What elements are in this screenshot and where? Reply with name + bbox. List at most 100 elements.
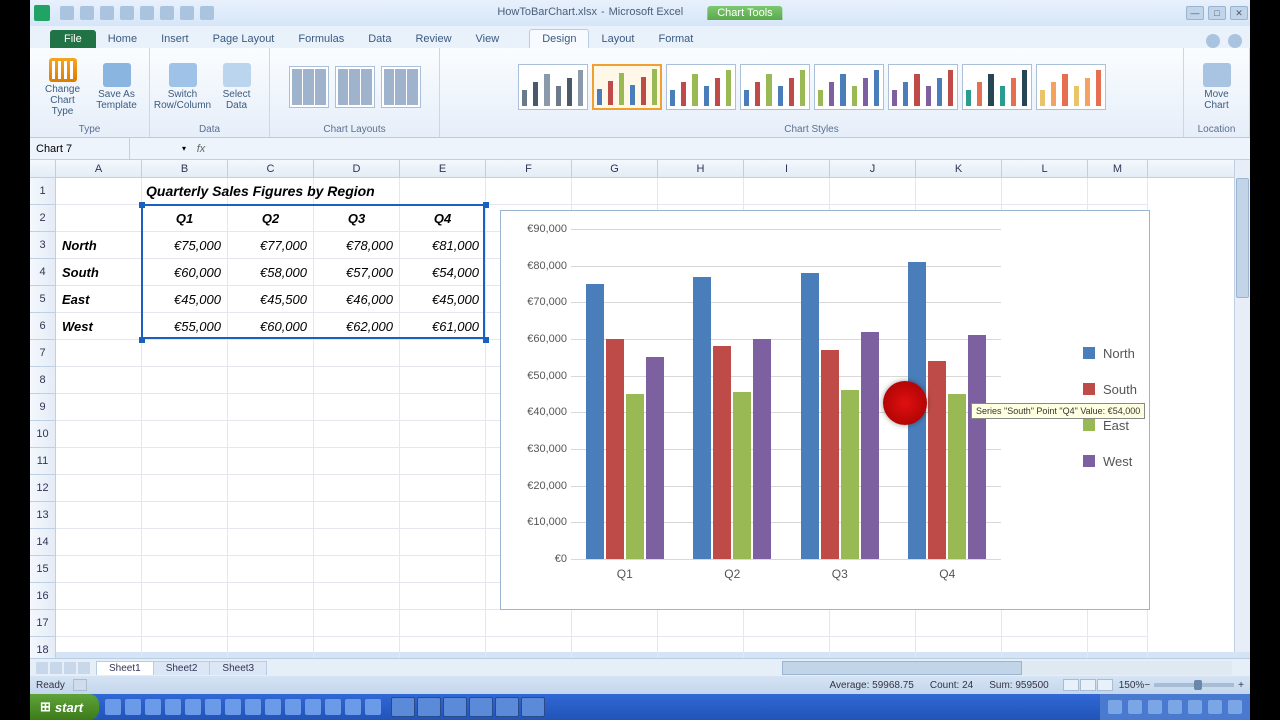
cell[interactable] bbox=[1002, 610, 1088, 637]
tab-layout[interactable]: Layout bbox=[589, 30, 646, 48]
view-page-break-icon[interactable] bbox=[1097, 679, 1113, 691]
cell[interactable]: €77,000 bbox=[228, 232, 314, 259]
quicklaunch-icon[interactable] bbox=[205, 699, 221, 715]
row-header[interactable]: 2 bbox=[30, 205, 55, 232]
tray-icon[interactable] bbox=[1148, 700, 1162, 714]
row-header[interactable]: 5 bbox=[30, 286, 55, 313]
cell[interactable] bbox=[830, 178, 916, 205]
bar[interactable] bbox=[821, 350, 839, 559]
cell[interactable]: €60,000 bbox=[228, 313, 314, 340]
chart-style-thumb[interactable] bbox=[518, 64, 588, 110]
taskbar-app[interactable] bbox=[443, 697, 467, 717]
quicklaunch-icon[interactable] bbox=[225, 699, 241, 715]
tab-format[interactable]: Format bbox=[646, 30, 705, 48]
horizontal-scrollbar[interactable] bbox=[782, 661, 1232, 675]
cell[interactable] bbox=[916, 610, 1002, 637]
cell[interactable] bbox=[314, 556, 400, 583]
cell[interactable] bbox=[56, 448, 142, 475]
bar[interactable] bbox=[586, 284, 604, 559]
cell[interactable] bbox=[228, 475, 314, 502]
cell[interactable] bbox=[658, 610, 744, 637]
cell[interactable]: €62,000 bbox=[314, 313, 400, 340]
cell[interactable] bbox=[228, 394, 314, 421]
cell[interactable] bbox=[1088, 610, 1148, 637]
cell[interactable] bbox=[56, 340, 142, 367]
qat-more-icon[interactable] bbox=[200, 6, 214, 20]
cell[interactable] bbox=[486, 610, 572, 637]
cell[interactable]: Q3 bbox=[314, 205, 400, 232]
bar[interactable] bbox=[626, 394, 644, 559]
column-header[interactable]: H bbox=[658, 160, 744, 177]
cell[interactable] bbox=[314, 367, 400, 394]
cell[interactable] bbox=[228, 610, 314, 637]
taskbar-app[interactable] bbox=[391, 697, 415, 717]
tray-icon[interactable] bbox=[1188, 700, 1202, 714]
select-all-corner[interactable] bbox=[30, 160, 56, 177]
bar[interactable] bbox=[801, 273, 819, 559]
column-header[interactable]: M bbox=[1088, 160, 1148, 177]
cell[interactable] bbox=[658, 178, 744, 205]
sheet-nav-prev-icon[interactable] bbox=[50, 662, 62, 674]
column-header[interactable]: D bbox=[314, 160, 400, 177]
quicklaunch-icon[interactable] bbox=[185, 699, 201, 715]
tab-home[interactable]: Home bbox=[96, 30, 149, 48]
chart-style-thumb[interactable] bbox=[592, 64, 662, 110]
move-chart-button[interactable]: Move Chart bbox=[1193, 63, 1241, 111]
name-box[interactable]: Chart 7 bbox=[30, 138, 130, 159]
cell[interactable] bbox=[1002, 178, 1088, 205]
chart-style-thumb[interactable] bbox=[814, 64, 884, 110]
cell[interactable] bbox=[400, 502, 486, 529]
column-header[interactable]: J bbox=[830, 160, 916, 177]
macro-record-icon[interactable] bbox=[73, 679, 87, 691]
cell[interactable] bbox=[142, 502, 228, 529]
cell[interactable] bbox=[142, 475, 228, 502]
cell[interactable] bbox=[228, 340, 314, 367]
cell[interactable] bbox=[916, 178, 1002, 205]
row-header[interactable]: 4 bbox=[30, 259, 55, 286]
row-header[interactable]: 10 bbox=[30, 421, 55, 448]
selection-handle[interactable] bbox=[483, 202, 489, 208]
chart-styles-gallery[interactable] bbox=[518, 52, 1106, 122]
column-header[interactable]: C bbox=[228, 160, 314, 177]
zoom-level[interactable]: 150% bbox=[1119, 680, 1145, 691]
row-header[interactable]: 6 bbox=[30, 313, 55, 340]
quicklaunch-icon[interactable] bbox=[365, 699, 381, 715]
cell[interactable] bbox=[400, 475, 486, 502]
column-header[interactable]: F bbox=[486, 160, 572, 177]
selection-handle[interactable] bbox=[483, 337, 489, 343]
fx-icon[interactable]: fx bbox=[190, 143, 212, 155]
chart-style-thumb[interactable] bbox=[666, 64, 736, 110]
cell[interactable]: West bbox=[56, 313, 142, 340]
cell[interactable] bbox=[228, 502, 314, 529]
row-header[interactable]: 12 bbox=[30, 475, 55, 502]
cell[interactable] bbox=[400, 394, 486, 421]
help-icon[interactable] bbox=[1206, 34, 1220, 48]
cell[interactable] bbox=[56, 421, 142, 448]
row-header[interactable]: 7 bbox=[30, 340, 55, 367]
close-button[interactable]: ✕ bbox=[1230, 6, 1248, 20]
column-header[interactable]: A bbox=[56, 160, 142, 177]
chart-object[interactable]: €0€10,000€20,000€30,000€40,000€50,000€60… bbox=[500, 210, 1150, 610]
selection-handle[interactable] bbox=[139, 337, 145, 343]
cell[interactable]: €78,000 bbox=[314, 232, 400, 259]
column-header[interactable]: E bbox=[400, 160, 486, 177]
cell[interactable] bbox=[228, 583, 314, 610]
cell[interactable]: €55,000 bbox=[142, 313, 228, 340]
tab-view[interactable]: View bbox=[464, 30, 512, 48]
cell[interactable] bbox=[142, 421, 228, 448]
qat-new-icon[interactable] bbox=[120, 6, 134, 20]
cell[interactable] bbox=[56, 178, 142, 205]
column-header[interactable]: G bbox=[572, 160, 658, 177]
chart-style-thumb[interactable] bbox=[888, 64, 958, 110]
cell[interactable] bbox=[228, 556, 314, 583]
bar[interactable] bbox=[753, 339, 771, 559]
tray-icon[interactable] bbox=[1128, 700, 1142, 714]
cell[interactable] bbox=[400, 529, 486, 556]
column-header[interactable]: B bbox=[142, 160, 228, 177]
bar[interactable] bbox=[733, 392, 751, 559]
cell[interactable] bbox=[400, 583, 486, 610]
legend-entry[interactable]: West bbox=[1083, 447, 1137, 475]
layout-thumb[interactable] bbox=[381, 66, 421, 108]
qat-save-icon[interactable] bbox=[60, 6, 74, 20]
cell[interactable] bbox=[400, 367, 486, 394]
